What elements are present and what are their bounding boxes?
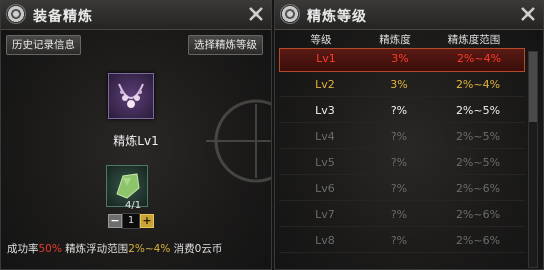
success-rate-label: 成功率	[7, 243, 39, 255]
level-row-range: 2%~5%	[455, 130, 501, 143]
scrollbar-thumb[interactable]	[529, 52, 537, 122]
level-row[interactable]: Lv8?% 2%~6%	[279, 230, 525, 253]
level-row-level: Lv3	[315, 104, 335, 117]
necklace-icon	[118, 83, 144, 108]
refine-level-panel: 精炼等级 等级 精炼度 精炼度范围 Lv1 3% 2%~4% Lv2 3% 2%~4% Lv…	[274, 0, 544, 270]
cost-label: 消费0云币	[170, 243, 223, 255]
level-row[interactable]: Lv1 3% 2%~4%	[279, 48, 525, 72]
header-range: 精炼度范围	[447, 34, 501, 46]
float-range-value: 2%~4%	[128, 243, 171, 255]
close-icon[interactable]	[519, 5, 537, 23]
level-row-level: Lv8	[315, 234, 335, 247]
refine-status-line: 成功率50% 精炼浮动范围2%~4% 消费0云币	[7, 241, 222, 256]
scrollbar[interactable]	[528, 51, 538, 268]
level-row-level: Lv2	[315, 78, 335, 91]
level-row-degree: ?%	[390, 182, 408, 195]
level-titlebar: 精炼等级	[275, 1, 543, 30]
level-row-degree: ?%	[390, 208, 408, 221]
level-row-degree: 3%	[391, 52, 409, 65]
gear-icon	[280, 4, 300, 24]
level-row-degree: ?%	[390, 156, 408, 169]
select-level-button[interactable]: 选择精炼等级	[188, 35, 263, 55]
history-button[interactable]: 历史记录信息	[6, 35, 81, 55]
refine-titlebar: 装备精炼	[1, 1, 271, 30]
level-row-range: 2%~6%	[455, 234, 501, 247]
quantity-field[interactable]: 1	[122, 213, 140, 229]
level-row[interactable]: Lv2 3% 2%~4%	[279, 74, 525, 97]
level-row-degree: ?%	[390, 130, 408, 143]
level-row-range: 2%~5%	[455, 156, 501, 169]
level-row-range: 2%~6%	[455, 208, 501, 221]
header-degree: 精炼度	[379, 34, 411, 46]
level-row-range: 2%~4%	[455, 78, 501, 91]
refine-title: 装备精炼	[33, 9, 93, 25]
level-row-level: Lv7	[315, 208, 335, 221]
level-row-level: Lv1	[316, 52, 336, 65]
level-row-degree: 3%	[390, 78, 408, 91]
item-refine-level: 精炼Lv1	[113, 134, 159, 148]
level-row[interactable]: Lv3?% 2%~5%	[279, 100, 525, 123]
material-count: 4/1	[125, 200, 142, 211]
close-icon[interactable]	[247, 5, 265, 23]
gear-icon	[6, 4, 26, 24]
level-row-degree: ?%	[390, 104, 408, 117]
level-row[interactable]: Lv4?% 2%~5%	[279, 126, 525, 149]
level-title: 精炼等级	[307, 9, 367, 25]
level-row-level: Lv5	[315, 156, 335, 169]
increase-button[interactable]: +	[140, 214, 154, 228]
level-row-range: 2%~4%	[456, 52, 502, 65]
float-range-label: 精炼浮动范围	[61, 243, 129, 255]
table-header: 等级 精炼度 精炼度范围	[275, 32, 543, 48]
refine-panel: 装备精炼 历史记录信息 选择精炼等级 精炼Lv1 4/1 − 1 + 成功率50…	[0, 0, 272, 270]
level-row[interactable]: Lv6?% 2%~6%	[279, 178, 525, 201]
decrease-button[interactable]: −	[108, 214, 122, 228]
equipment-slot[interactable]	[108, 73, 154, 119]
level-row-level: Lv6	[315, 182, 335, 195]
level-row-range: 2%~6%	[455, 182, 501, 195]
header-level: 等级	[310, 34, 332, 46]
level-row-range: 2%~5%	[455, 104, 501, 117]
level-row-degree: ?%	[390, 234, 408, 247]
success-rate-value: 50%	[38, 243, 62, 255]
level-row[interactable]: Lv7?% 2%~6%	[279, 204, 525, 227]
level-row[interactable]: Lv5?% 2%~5%	[279, 152, 525, 175]
level-row-level: Lv4	[315, 130, 335, 143]
